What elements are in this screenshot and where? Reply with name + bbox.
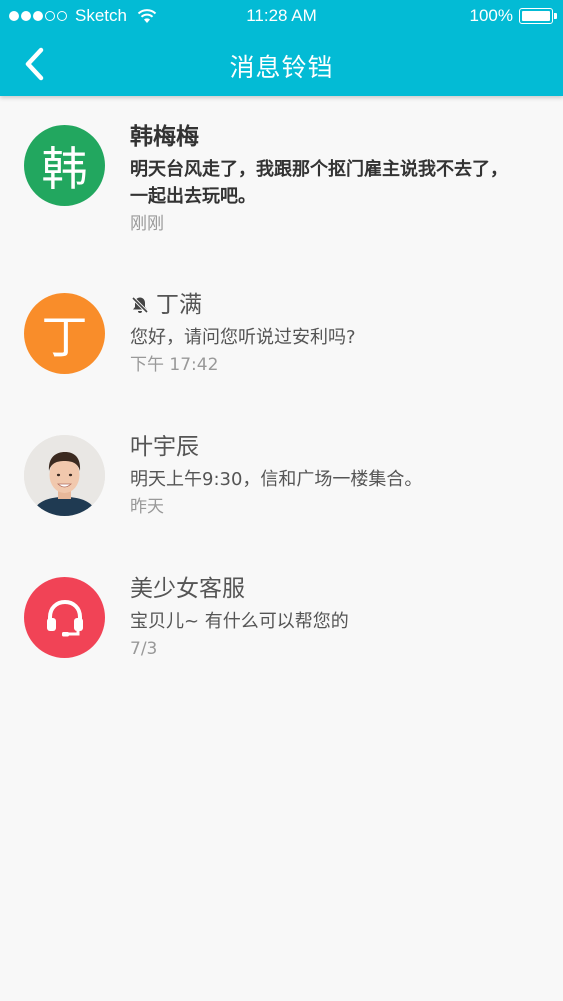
status-bar: Sketch 11:28 AM 100%	[0, 0, 563, 32]
page-title: 消息铃铛	[229, 53, 334, 82]
app-header: Sketch 11:28 AM 100% 消息铃铛	[0, 0, 563, 96]
message-list: 韩 韩梅梅 明天台风走了，我跟那个抠门雇主说我不去了，一起出去玩吧。 刚刚 丁 …	[0, 96, 563, 684]
bell-mute-icon	[131, 296, 149, 314]
message-text: 宝贝儿~ 有什么可以帮您的	[130, 611, 349, 632]
avatar-initial: 丁	[41, 309, 88, 364]
avatar: 丁	[24, 293, 105, 374]
message-item-customer-service[interactable]: 美少女客服 宝贝儿~ 有什么可以帮您的 7/3	[0, 542, 563, 684]
avatar: 韩	[24, 125, 105, 206]
message-time: 下午 17:42	[130, 355, 219, 375]
message-time: 昨天	[130, 497, 164, 517]
contact-name: 叶宇辰	[130, 434, 199, 460]
message-content: 美少女客服 宝贝儿~ 有什么可以帮您的 7/3	[130, 574, 523, 661]
battery-percent: 100%	[469, 6, 513, 25]
avatar-initial: 韩	[41, 141, 88, 196]
battery-icon	[519, 8, 557, 24]
contact-name: 美少女客服	[130, 576, 245, 602]
contact-name: 韩梅梅	[130, 124, 199, 150]
message-time: 7/3	[130, 639, 158, 659]
avatar	[24, 435, 105, 516]
message-content: 叶宇辰 明天上午9:30，信和广场一楼集合。 昨天	[130, 432, 523, 519]
headset-icon	[46, 599, 83, 636]
message-text: 明天台风走了，我跟那个抠门雇主说我不去了，一起出去玩吧。	[130, 159, 508, 207]
navigation-bar: 消息铃铛	[0, 32, 563, 96]
message-content: 韩梅梅 明天台风走了，我跟那个抠门雇主说我不去了，一起出去玩吧。 刚刚	[130, 122, 523, 236]
message-text: 您好，请问您听说过安利吗?	[130, 327, 356, 348]
message-text: 明天上午9:30，信和广场一楼集合。	[130, 469, 423, 490]
message-content: 丁满 您好，请问您听说过安利吗? 下午 17:42	[130, 290, 523, 377]
message-time: 刚刚	[130, 214, 164, 234]
avatar	[24, 577, 105, 658]
message-item-hanmeimei[interactable]: 韩 韩梅梅 明天台风走了，我跟那个抠门雇主说我不去了，一起出去玩吧。 刚刚	[0, 96, 563, 258]
status-bar-right: 100%	[469, 6, 557, 26]
message-item-yeyuchen[interactable]: 叶宇辰 明天上午9:30，信和广场一楼集合。 昨天	[0, 400, 563, 542]
person-photo-icon	[24, 435, 105, 516]
contact-name: 丁满	[156, 292, 202, 318]
contact-name-row: 丁满	[130, 290, 523, 320]
message-item-dingman[interactable]: 丁 丁满 您好，请问您听说过安利吗? 下午 17:42	[0, 258, 563, 400]
